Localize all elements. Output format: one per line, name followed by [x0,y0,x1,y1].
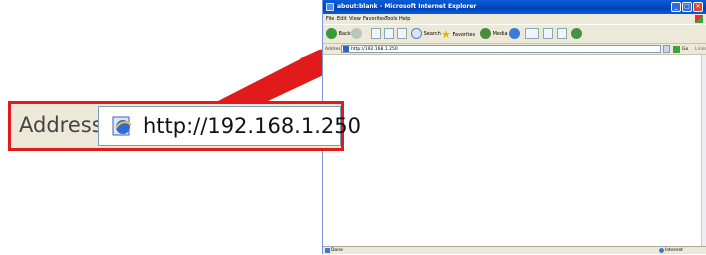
vertical-scrollbar[interactable] [701,55,706,246]
window-title: about:blank - Microsoft Internet Explore… [337,3,477,10]
title-bar: about:blank - Microsoft Internet Explore… [323,0,706,14]
media-button[interactable]: Media [480,28,508,41]
edit-button[interactable] [557,28,567,41]
menu-help[interactable]: Help [399,14,410,24]
messenger-icon [571,28,582,39]
page-status-icon [325,248,330,253]
address-url: http://192.168.1.250 [351,47,398,52]
home-icon [397,28,407,39]
history-icon [509,28,520,39]
internet-zone-icon [659,248,664,253]
print-button[interactable] [543,28,553,41]
search-label: Search [423,31,441,37]
back-button[interactable]: Back [326,28,351,41]
menu-edit[interactable]: Edit [337,14,347,24]
address-input[interactable]: http://192.168.1.250 [341,45,661,53]
ie-page-icon [343,46,349,52]
browser-window: about:blank - Microsoft Internet Explore… [322,0,706,254]
callout-url: http://192.168.1.250 [143,114,361,138]
ie-app-icon [326,3,334,11]
page-content-area[interactable] [323,55,701,246]
address-bar: Address http://192.168.1.250 Go Links [323,44,706,55]
menu-file[interactable]: File [326,14,334,24]
favorites-star-icon: ★ [441,28,451,41]
refresh-icon [384,28,394,39]
status-bar: Done Internet [323,246,706,254]
go-label[interactable]: Go [682,44,688,55]
menu-view[interactable]: View [349,14,361,24]
menu-favorites[interactable]: Favorites [363,14,386,24]
links-label[interactable]: Links [695,44,706,55]
media-icon [480,28,491,39]
go-arrow-icon[interactable] [673,46,680,53]
back-label: Back [338,31,351,37]
ie-page-icon [112,116,132,136]
media-label: Media [492,31,508,37]
back-arrow-icon [326,28,337,39]
address-zoom-callout: Address http://192.168.1.250 [8,101,361,151]
toolbar: Back Search ★ Favorites Media [323,24,706,44]
callout-address-field: http://192.168.1.250 [98,106,361,146]
stop-button[interactable] [371,28,381,41]
mail-button[interactable] [525,28,539,41]
menu-tools[interactable]: Tools [385,14,397,24]
search-icon [411,28,422,39]
home-button[interactable] [397,28,407,41]
mail-icon [525,28,539,39]
favorites-label: Favorites [452,32,476,38]
favorites-button[interactable]: ★ Favorites [441,28,475,41]
callout-address-label: Address [19,113,103,137]
forward-button[interactable] [351,28,362,41]
forward-arrow-icon [351,28,362,39]
print-icon [543,28,553,39]
maximize-button[interactable]: □ [682,2,692,12]
history-button[interactable] [509,28,520,41]
minimize-button[interactable]: _ [671,2,681,12]
menu-bar: File Edit View Favorites Tools Help [323,14,706,24]
messenger-button[interactable] [571,28,582,41]
close-button[interactable]: ✕ [693,2,703,12]
stop-icon [371,28,381,39]
address-dropdown-button[interactable] [663,45,670,53]
windows-flag-icon [695,15,703,23]
search-button[interactable]: Search [411,28,441,41]
edit-icon [557,28,567,39]
refresh-button[interactable] [384,28,394,41]
